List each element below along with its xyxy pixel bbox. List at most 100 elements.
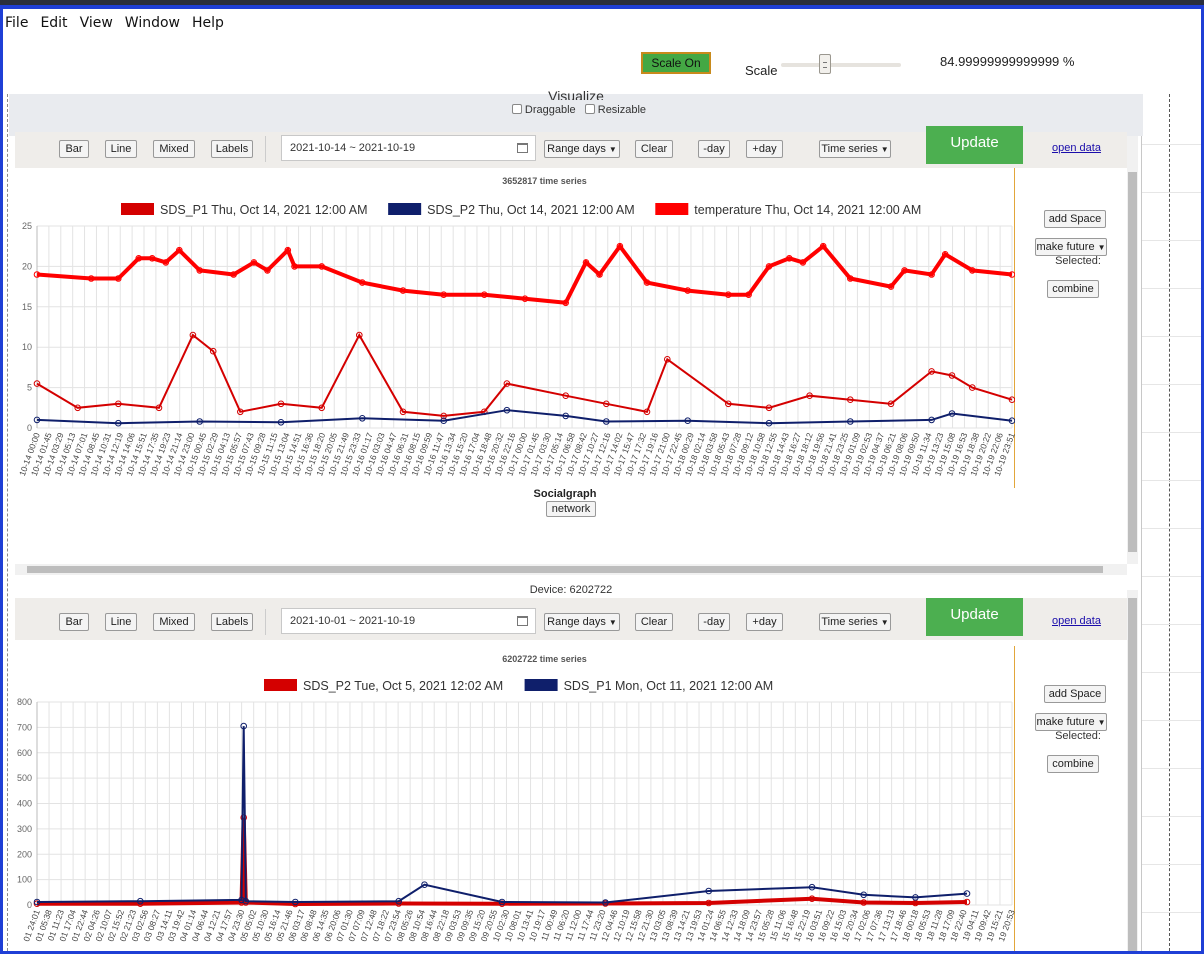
menu-file[interactable]: File bbox=[5, 15, 28, 31]
add-space-button[interactable]: add Space bbox=[1044, 210, 1106, 228]
y-tick-label: 25 bbox=[22, 221, 32, 231]
menu-view[interactable]: View bbox=[80, 15, 113, 31]
y-tick-label: 0 bbox=[27, 900, 32, 910]
panel-1-toolbar: Bar Line Mixed Labels 2021-10-14 ~ 2021-… bbox=[15, 126, 1127, 168]
open-data-link[interactable]: open data bbox=[1052, 142, 1101, 154]
y-tick-label: 400 bbox=[17, 799, 32, 809]
menu-window[interactable]: Window bbox=[125, 15, 180, 31]
y-tick-label: 200 bbox=[17, 849, 32, 859]
legend-swatch bbox=[388, 203, 422, 215]
mixed-button[interactable]: Mixed bbox=[153, 613, 195, 631]
chart-panel-2: Bar Line Mixed Labels 2021-10-01 ~ 2021-… bbox=[15, 598, 1127, 951]
legend-label: SDS_P1 Mon, Oct 11, 2021 12:00 AM bbox=[564, 679, 774, 693]
calendar-icon[interactable] bbox=[517, 143, 528, 153]
series-line bbox=[37, 817, 968, 907]
scale-slider-thumb[interactable] bbox=[818, 54, 831, 74]
line-button[interactable]: Line bbox=[105, 140, 137, 158]
date-range-input[interactable]: 2021-10-01 ~ 2021-10-19 bbox=[281, 608, 536, 634]
chart-1-area: 3652817 time series SDS_P1 Thu, Oct 14, 2… bbox=[15, 168, 1017, 488]
make-future-select[interactable]: make future ▼ bbox=[1035, 713, 1107, 731]
menu-edit[interactable]: Edit bbox=[40, 15, 67, 31]
chart-title: 3652817 time series bbox=[502, 176, 587, 186]
resizable-label: Resizable bbox=[597, 104, 647, 116]
minus-day-button[interactable]: -day bbox=[698, 613, 730, 631]
combine-button[interactable]: combine bbox=[1047, 280, 1099, 298]
y-tick-label: 100 bbox=[17, 875, 32, 885]
scale-bar: Scale On Scale 84.99999999999999 % bbox=[3, 36, 1201, 94]
make-future-label: make future bbox=[1036, 241, 1095, 253]
legend-label: SDS_P2 Tue, Oct 5, 2021 12:02 AM bbox=[303, 679, 503, 693]
chevron-down-icon: ▼ bbox=[1097, 243, 1106, 252]
panel-1-vertical-scrollbar[interactable] bbox=[1127, 136, 1138, 564]
plus-day-button[interactable]: +day bbox=[746, 613, 783, 631]
y-tick-label: 700 bbox=[17, 722, 32, 732]
update-button[interactable]: Update bbox=[926, 598, 1023, 636]
range-days-label: Range days bbox=[547, 143, 606, 155]
panel-1-scroll-thumb[interactable] bbox=[1128, 172, 1137, 552]
chart-1-svg[interactable]: 3652817 time series SDS_P1 Thu, Oct 14, 2… bbox=[15, 168, 1017, 488]
bar-button[interactable]: Bar bbox=[59, 613, 89, 631]
draggable-label: Draggable bbox=[524, 104, 576, 116]
calendar-icon[interactable] bbox=[517, 616, 528, 626]
chart-mode-select[interactable]: Time series ▼ bbox=[819, 613, 891, 631]
legend-label: SDS_P2 Thu, Oct 14, 2021 12:00 AM bbox=[427, 203, 635, 217]
socialgraph-label: Socialgraph bbox=[533, 488, 597, 500]
selected-label: Selected: bbox=[1055, 255, 1101, 267]
legend-swatch bbox=[264, 679, 297, 691]
y-tick-label: 10 bbox=[22, 342, 32, 352]
menu-help[interactable]: Help bbox=[192, 15, 224, 31]
chevron-down-icon: ▼ bbox=[880, 145, 889, 154]
scale-value: 84.99999999999999 % bbox=[940, 54, 1075, 69]
scale-on-button[interactable]: Scale On bbox=[641, 52, 711, 74]
y-tick-label: 500 bbox=[17, 773, 32, 783]
chevron-down-icon: ▼ bbox=[880, 618, 889, 627]
date-range-value: 2021-10-01 ~ 2021-10-19 bbox=[290, 615, 416, 627]
range-days-select[interactable]: Range days ▼ bbox=[544, 613, 620, 631]
chart-2-area: 6202722 time series SDS_P2 Tue, Oct 5, 20… bbox=[15, 646, 1017, 951]
legend-label: SDS_P1 Thu, Oct 14, 2021 12:00 AM bbox=[160, 203, 368, 217]
chart-mode-select[interactable]: Time series ▼ bbox=[819, 140, 891, 158]
labels-button[interactable]: Labels bbox=[211, 140, 253, 158]
line-button[interactable]: Line bbox=[105, 613, 137, 631]
clear-button[interactable]: Clear bbox=[635, 140, 673, 158]
legend-swatch bbox=[655, 203, 689, 215]
chevron-down-icon: ▼ bbox=[608, 145, 617, 154]
combine-button[interactable]: combine bbox=[1047, 755, 1099, 773]
minus-day-button[interactable]: -day bbox=[698, 140, 730, 158]
left-dashed-guide bbox=[7, 94, 8, 951]
horizontal-scroll-thumb[interactable] bbox=[27, 566, 1103, 573]
menu-bar: File Edit View Window Help bbox=[3, 10, 1201, 36]
make-future-label: make future bbox=[1036, 716, 1095, 728]
selected-label: Selected: bbox=[1055, 730, 1101, 742]
plus-day-button[interactable]: +day bbox=[746, 140, 783, 158]
y-tick-label: 600 bbox=[17, 748, 32, 758]
y-tick-label: 0 bbox=[27, 423, 32, 433]
panel-2-vertical-scrollbar[interactable] bbox=[1127, 590, 1138, 951]
chart-2-svg[interactable]: 6202722 time series SDS_P2 Tue, Oct 5, 20… bbox=[15, 646, 1017, 951]
legend-label: temperature Thu, Oct 14, 2021 12:00 AM bbox=[694, 203, 921, 217]
make-future-select[interactable]: make future ▼ bbox=[1035, 238, 1107, 256]
date-range-input[interactable]: 2021-10-14 ~ 2021-10-19 bbox=[281, 135, 536, 161]
clear-button[interactable]: Clear bbox=[635, 613, 673, 631]
range-days-select[interactable]: Range days ▼ bbox=[544, 140, 620, 158]
scale-slider-track[interactable] bbox=[781, 63, 901, 67]
draggable-checkbox[interactable] bbox=[511, 104, 522, 114]
update-button[interactable]: Update bbox=[926, 126, 1023, 164]
resizable-checkbox[interactable] bbox=[584, 104, 595, 114]
chevron-down-icon: ▼ bbox=[608, 618, 617, 627]
network-button[interactable]: network bbox=[546, 501, 596, 517]
scale-label: Scale bbox=[745, 63, 778, 78]
labels-button[interactable]: Labels bbox=[211, 613, 253, 631]
legend-swatch bbox=[121, 203, 154, 215]
add-space-button[interactable]: add Space bbox=[1044, 685, 1106, 703]
mixed-button[interactable]: Mixed bbox=[153, 140, 195, 158]
legend-swatch bbox=[524, 679, 558, 691]
device-label: Device: 6202722 bbox=[529, 584, 613, 596]
bar-button[interactable]: Bar bbox=[59, 140, 89, 158]
y-tick-label: 5 bbox=[27, 383, 32, 393]
panel-2-toolbar: Bar Line Mixed Labels 2021-10-01 ~ 2021-… bbox=[15, 598, 1127, 640]
panel-1-horizontal-scrollbar[interactable] bbox=[15, 564, 1127, 575]
panel-2-scroll-thumb[interactable] bbox=[1128, 598, 1137, 951]
open-data-link[interactable]: open data bbox=[1052, 615, 1101, 627]
y-tick-label: 300 bbox=[17, 824, 32, 834]
